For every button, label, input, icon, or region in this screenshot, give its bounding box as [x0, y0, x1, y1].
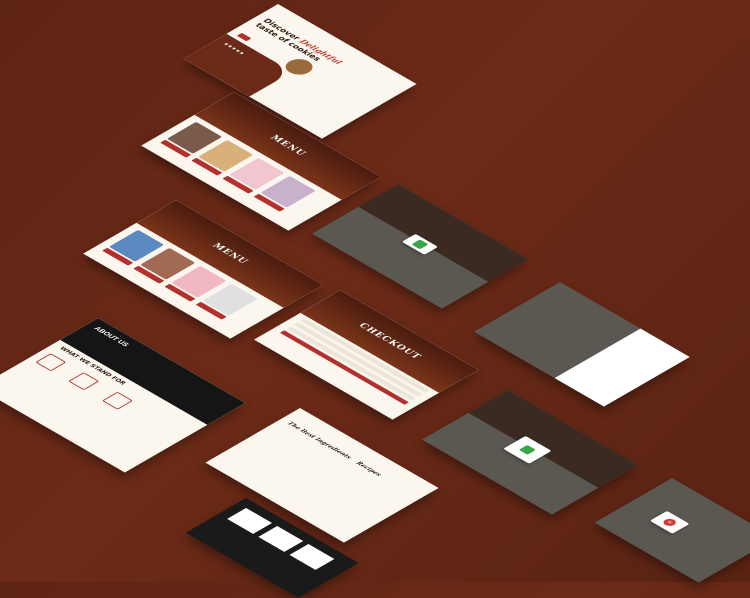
value-icon: [35, 353, 67, 372]
dimmed-hero: [468, 390, 638, 488]
check-icon: [411, 239, 429, 250]
mockup-board: Discover Delightful taste of cookies ★★★…: [0, 0, 750, 598]
add-button[interactable]: [102, 247, 134, 266]
dimmed-hero: [358, 184, 528, 282]
about-title: ABOUT US: [92, 325, 130, 348]
add-button[interactable]: [133, 265, 165, 284]
hero-cta-button[interactable]: [236, 32, 252, 42]
checkout-page-mockup: CHECKOUT: [254, 290, 479, 420]
error-modal: ×: [649, 510, 690, 534]
nav-bar: [288, 408, 439, 495]
order-success-mockup: [422, 390, 638, 515]
review-card: [289, 543, 335, 570]
value-icon: [68, 372, 100, 391]
error-modal-mockup: ×: [594, 478, 750, 583]
review-card: [227, 507, 273, 534]
add-button[interactable]: [160, 139, 192, 158]
cart-side-panel: [554, 328, 690, 407]
bag-check-icon: [518, 444, 536, 455]
recipes-heading: The Best Ingredients Recipes: [285, 420, 383, 478]
add-button[interactable]: [222, 175, 254, 194]
close-icon[interactable]: ×: [661, 517, 679, 528]
cart-panel-mockup: [474, 282, 690, 407]
add-button[interactable]: [253, 193, 285, 212]
review-card: [258, 525, 304, 552]
add-button[interactable]: [191, 157, 223, 176]
about-hero: ABOUT US: [60, 318, 246, 425]
value-icon: [101, 391, 133, 410]
rating-block: ★★★★★: [183, 33, 293, 97]
add-button[interactable]: [164, 283, 196, 302]
success-modal-mockup: [312, 184, 528, 309]
add-button[interactable]: [195, 301, 227, 320]
about-page-mockup: ABOUT US WHAT WE STAND FOR: [0, 318, 246, 473]
